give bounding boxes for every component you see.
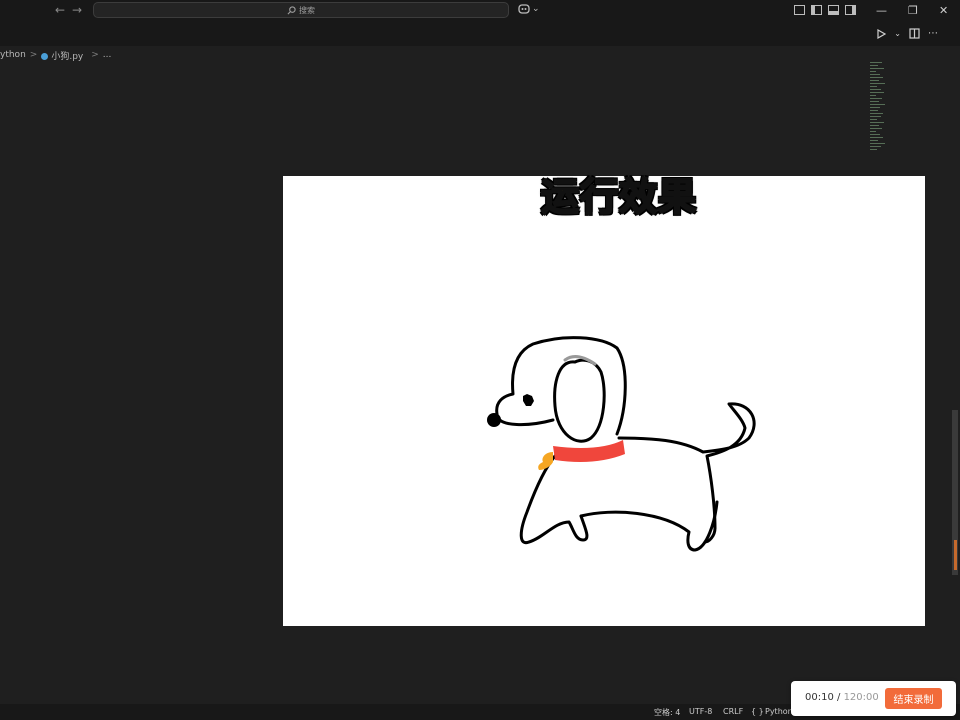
breadcrumb: ython > 小狗.py > ...	[0, 46, 960, 64]
recording-elapsed: 00:10	[805, 692, 834, 703]
turtle-output-canvas	[283, 176, 925, 626]
collar-tag-shape	[538, 452, 553, 470]
toggle-panel-icon[interactable]	[828, 5, 839, 15]
restore-icon[interactable]: ❐	[908, 4, 918, 17]
chevron-down-icon[interactable]: ⌄	[894, 29, 901, 38]
arrow-right-icon[interactable]: →	[72, 3, 82, 17]
minimize-icon[interactable]: —	[876, 4, 887, 17]
breadcrumb-separator: >	[91, 50, 99, 60]
status-language[interactable]: Python	[765, 707, 793, 716]
recording-panel: 00:10 / 120:00 结束录制	[791, 681, 956, 716]
breadcrumb-separator: >	[29, 50, 38, 60]
recording-divider: /	[833, 692, 844, 703]
status-encoding[interactable]: UTF-8	[689, 707, 712, 716]
breadcrumb-file-label: 小狗.py	[51, 51, 84, 62]
search-input[interactable]: 搜索	[93, 2, 509, 18]
braces-icon: { }	[751, 707, 764, 716]
search-icon	[287, 5, 296, 14]
recording-limit: 120:00	[843, 692, 879, 703]
copilot-icon	[518, 4, 530, 14]
title-bar: ← → 搜索 ⌄ — ❐ ✕	[0, 0, 960, 22]
scrollbar-marker	[954, 540, 957, 570]
video-caption: 运行效果	[540, 174, 697, 220]
search-placeholder: 搜索	[299, 5, 315, 15]
recording-timer: 00:10 / 120:00	[805, 692, 879, 703]
breadcrumb-item-symbol[interactable]: ...	[103, 50, 112, 60]
editor-actions: ⌄ ⋯	[877, 28, 938, 39]
vertical-scrollbar[interactable]	[948, 64, 960, 704]
breadcrumb-item-file[interactable]: 小狗.py	[41, 49, 87, 62]
collar-shape	[553, 440, 625, 462]
copilot-button[interactable]: ⌄	[518, 4, 540, 14]
chevron-down-icon: ⌄	[532, 4, 540, 14]
layout-controls	[794, 5, 856, 15]
status-indentation[interactable]: 空格: 4	[654, 707, 680, 718]
more-actions-icon[interactable]: ⋯	[928, 28, 938, 39]
status-eol[interactable]: CRLF	[723, 707, 743, 716]
close-icon[interactable]: ✕	[939, 4, 948, 17]
split-editor-icon[interactable]	[909, 28, 920, 39]
customize-layout-icon[interactable]	[794, 5, 805, 15]
breadcrumb-item-folder[interactable]: ython	[0, 50, 26, 60]
toggle-secondary-sidebar-icon[interactable]	[845, 5, 856, 15]
tab-bar	[0, 22, 960, 46]
arrow-left-icon[interactable]: ←	[55, 3, 65, 17]
toggle-primary-sidebar-icon[interactable]	[811, 5, 822, 15]
run-icon[interactable]	[877, 28, 887, 39]
dog-drawing	[487, 336, 756, 552]
python-file-icon	[41, 52, 49, 60]
stop-recording-button[interactable]: 结束录制	[885, 688, 942, 709]
minimap[interactable]	[870, 62, 894, 182]
